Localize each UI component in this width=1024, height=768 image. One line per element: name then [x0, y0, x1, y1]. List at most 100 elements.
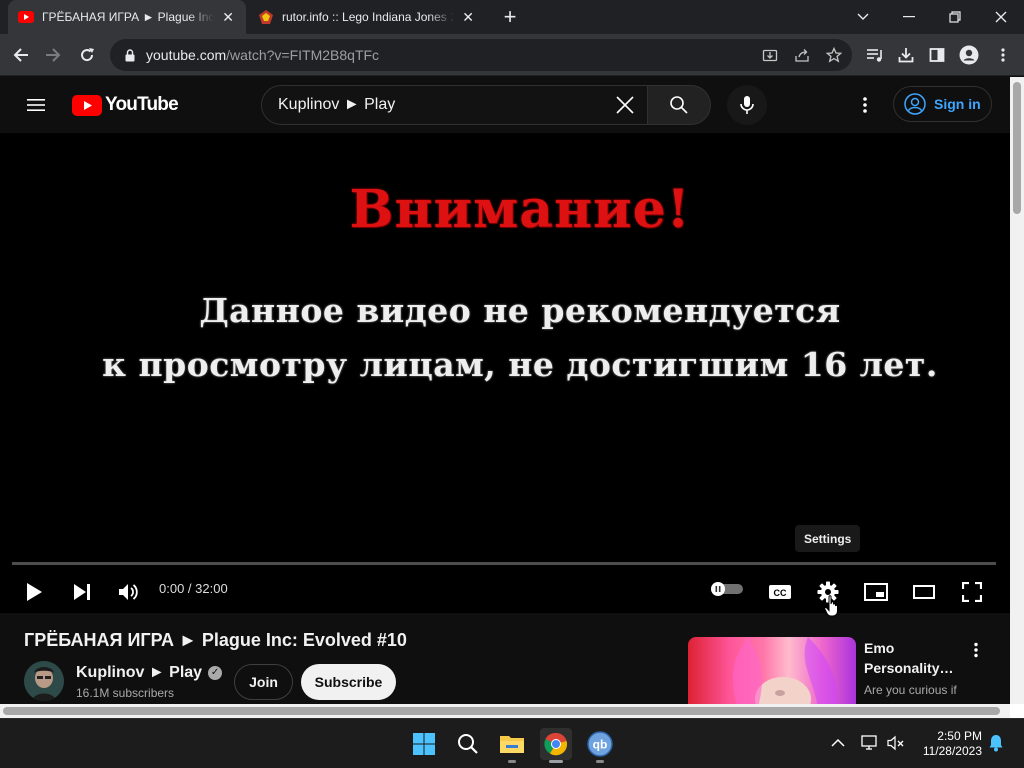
- tab-strip: ГРЁБАНАЯ ИГРА ► Plague Inc: Evolved #10 …: [0, 0, 1024, 34]
- profile-icon[interactable]: [954, 40, 984, 70]
- next-icon: [74, 584, 90, 600]
- recommended-video-title[interactable]: Emo Personality…: [864, 638, 960, 678]
- side-panel-icon[interactable]: [922, 40, 952, 70]
- share-icon[interactable]: [792, 45, 812, 65]
- install-app-icon[interactable]: [760, 45, 780, 65]
- download-icon[interactable]: [891, 40, 921, 70]
- time-display: 0:00 / 32:00: [159, 581, 228, 596]
- new-tab-button[interactable]: +: [500, 6, 520, 28]
- tab-close-icon[interactable]: ✕: [220, 9, 236, 25]
- search-icon[interactable]: [452, 728, 484, 760]
- clock-date: 11/28/2023: [922, 744, 982, 758]
- svg-text:qb: qb: [593, 738, 608, 752]
- youtube-logo-text: YouTube: [105, 94, 179, 115]
- vertical-scrollbar[interactable]: [1010, 77, 1024, 708]
- scrollbar-corner: [1010, 704, 1024, 718]
- running-indicator: [549, 760, 563, 763]
- channel-name-text[interactable]: Kuplinov ► Play: [76, 664, 202, 682]
- progress-bar[interactable]: [12, 562, 996, 565]
- search-icon: [670, 96, 688, 114]
- youtube-page: YouTube Kuplinov ► Play Sign in Внимание…: [0, 77, 1010, 708]
- account-icon: [904, 93, 926, 115]
- sign-in-button[interactable]: Sign in: [893, 86, 992, 122]
- url-path: /watch?v=FITM2B8qTFc: [226, 47, 380, 63]
- rutor-icon: [258, 9, 274, 25]
- qbittorrent-icon[interactable]: qb: [584, 728, 616, 763]
- lock-icon[interactable]: [122, 47, 138, 63]
- tab-youtube[interactable]: ГРЁБАНАЯ ИГРА ► Plague Inc: Evolved #10 …: [8, 0, 246, 34]
- chrome-menu-icon[interactable]: [988, 40, 1018, 70]
- sign-in-label: Sign in: [934, 96, 981, 112]
- windows-start-icon[interactable]: [408, 728, 440, 760]
- join-button[interactable]: Join: [234, 664, 293, 700]
- url-text: youtube.com/watch?v=FITM2B8qTFc: [146, 47, 379, 63]
- theater-icon: [913, 585, 935, 599]
- warning-line-1: Данное видео не рекомендуется: [199, 291, 841, 330]
- windows-taskbar: qb 2:50 PM 11/28/2023: [0, 718, 1024, 768]
- svg-text:CC: CC: [774, 588, 787, 598]
- close-icon[interactable]: [978, 0, 1024, 34]
- hand-cursor-icon: [824, 595, 840, 622]
- settings-tooltip: Settings: [795, 525, 861, 552]
- browser-toolbar: youtube.com/watch?v=FITM2B8qTFc: [0, 34, 1024, 76]
- minimize-icon[interactable]: [886, 0, 932, 34]
- subtitles-button[interactable]: CC: [762, 574, 798, 610]
- running-indicator: [596, 760, 604, 763]
- tab-title: rutor.info :: Lego Indiana Jones 2: The …: [282, 10, 455, 24]
- network-icon[interactable]: [860, 733, 880, 753]
- media-controls-icon[interactable]: [860, 40, 890, 70]
- chrome-icon[interactable]: [540, 728, 572, 763]
- fullscreen-button[interactable]: [954, 574, 990, 610]
- hamburger-menu-icon[interactable]: [24, 93, 48, 117]
- next-button[interactable]: [64, 574, 100, 610]
- settings-menu-icon[interactable]: [853, 93, 877, 117]
- recommended-video-thumbnail[interactable]: [688, 637, 856, 708]
- tab-rutor[interactable]: rutor.info :: Lego Indiana Jones 2: The …: [248, 0, 486, 34]
- search-query[interactable]: Kuplinov ► Play: [278, 96, 607, 114]
- miniplayer-icon: [864, 583, 888, 601]
- horizontal-scroll-thumb[interactable]: [3, 707, 1000, 715]
- tray-overflow-icon[interactable]: [828, 733, 848, 753]
- verified-check-icon: ✓: [208, 666, 223, 680]
- volume-muted-icon[interactable]: [886, 733, 906, 753]
- tab-close-icon[interactable]: ✕: [460, 9, 476, 25]
- theater-mode-button[interactable]: [906, 574, 942, 610]
- channel-name[interactable]: Kuplinov ► Play ✓: [76, 664, 223, 682]
- taskbar-clock[interactable]: 2:50 PM 11/28/2023: [914, 729, 982, 759]
- clock-time: 2:50 PM: [937, 729, 982, 743]
- horizontal-scrollbar[interactable]: [0, 704, 1010, 718]
- play-button[interactable]: [16, 574, 52, 610]
- address-bar[interactable]: youtube.com/watch?v=FITM2B8qTFc: [110, 39, 852, 71]
- tab-title: ГРЁБАНАЯ ИГРА ► Plague Inc: Evolved #10 …: [42, 10, 215, 24]
- channel-avatar[interactable]: [24, 661, 64, 701]
- search-input[interactable]: Kuplinov ► Play: [261, 85, 648, 125]
- autoplay-toggle[interactable]: [710, 581, 744, 597]
- youtube-header: YouTube Kuplinov ► Play Sign in: [0, 77, 1010, 133]
- restore-icon[interactable]: [932, 0, 978, 34]
- notification-bell-icon[interactable]: [986, 733, 1006, 753]
- search-button[interactable]: [647, 85, 711, 125]
- forward-arrow-icon[interactable]: [38, 40, 68, 70]
- video-title: ГРЁБАНАЯ ИГРА ► Plague Inc: Evolved #10: [24, 630, 407, 650]
- microphone-icon: [740, 96, 754, 114]
- vertical-scroll-thumb[interactable]: [1013, 82, 1021, 214]
- url-host: youtube.com: [146, 47, 227, 63]
- video-player[interactable]: Внимание! Данное видео не рекомендуется …: [0, 133, 1010, 617]
- file-explorer-icon[interactable]: [496, 728, 528, 763]
- subscribe-button[interactable]: Subscribe: [301, 664, 396, 700]
- miniplayer-button[interactable]: [858, 574, 894, 610]
- youtube-logo[interactable]: YouTube: [72, 94, 179, 116]
- clear-search-icon[interactable]: [607, 87, 643, 123]
- chevron-down-icon[interactable]: [840, 0, 886, 34]
- cc-icon: CC: [769, 585, 791, 599]
- volume-icon: [119, 584, 138, 600]
- running-indicator: [508, 760, 516, 763]
- volume-button[interactable]: [111, 574, 147, 610]
- recommended-video-description: Are you curious if: [864, 683, 957, 697]
- bookmark-star-icon[interactable]: [824, 45, 844, 65]
- reload-icon[interactable]: [72, 40, 102, 70]
- youtube-logo-icon: [72, 94, 102, 116]
- more-actions-icon[interactable]: [966, 638, 986, 662]
- voice-search-button[interactable]: [727, 85, 767, 125]
- back-arrow-icon[interactable]: [6, 40, 36, 70]
